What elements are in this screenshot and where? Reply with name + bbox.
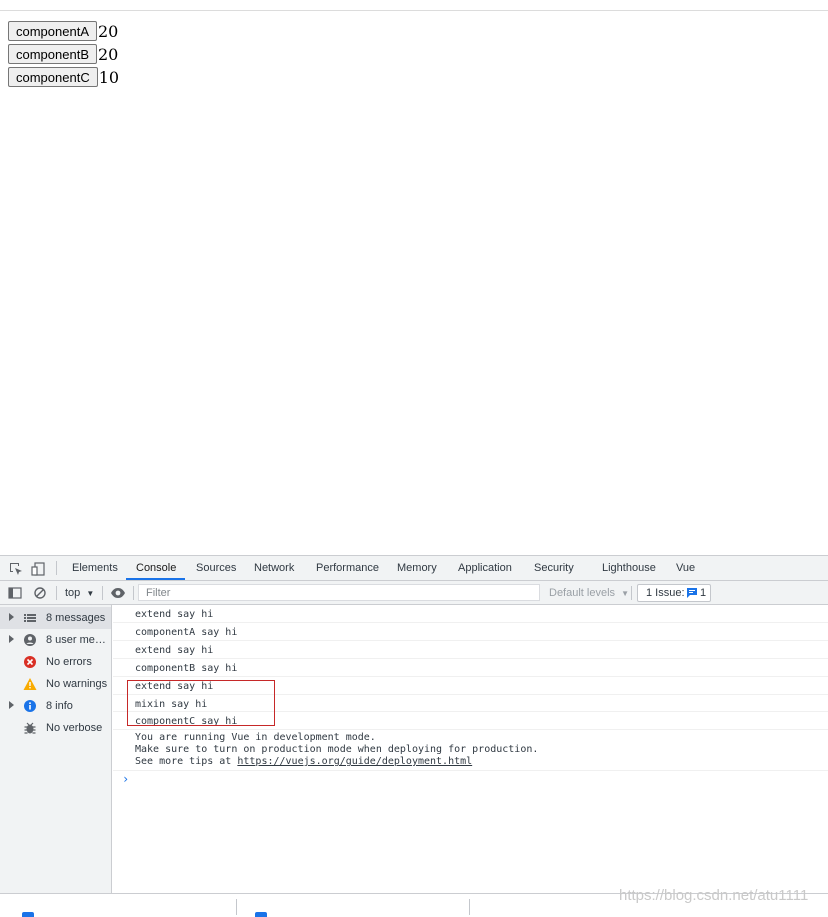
drawer-divider: [236, 899, 237, 915]
notice-line: See more tips at https://vuejs.org/guide…: [135, 756, 472, 767]
tab-application[interactable]: Application: [458, 556, 512, 581]
active-tab-indicator: [126, 578, 185, 580]
tab-elements[interactable]: Elements: [72, 556, 118, 581]
bug-icon: [23, 721, 37, 735]
page-top-divider: [0, 10, 828, 11]
chevron-down-icon: ▼: [86, 589, 95, 598]
context-selector[interactable]: top ▼: [65, 587, 94, 599]
notice-line-prefix: See more tips at: [135, 756, 238, 767]
console-toolbar: top ▼ Filter Default levels ▼ 1 Issue: 1: [0, 581, 828, 605]
console-sidebar: 8 messages 8 user messages No errors No …: [0, 605, 112, 893]
sidebar-item-label: 8 info: [46, 700, 73, 712]
inspect-element-icon[interactable]: [8, 561, 24, 577]
issues-label: 1 Issue:: [646, 587, 685, 599]
sidebar-item-user-messages[interactable]: 8 user messages: [0, 629, 111, 651]
issues-button[interactable]: 1 Issue: 1: [637, 584, 711, 602]
device-toolbar-icon[interactable]: [30, 561, 46, 577]
sidebar-item-label: 8 messages: [46, 612, 106, 624]
console-message: componentA say hi: [113, 623, 828, 641]
component-row-c: componentC 10: [8, 66, 119, 88]
tab-security[interactable]: Security: [534, 556, 574, 581]
toolbar-divider: [631, 586, 632, 600]
console-message: componentB say hi: [113, 659, 828, 677]
toolbar-divider: [102, 586, 103, 600]
context-label: top: [65, 587, 81, 599]
log-levels-dropdown[interactable]: Default levels ▼: [549, 587, 629, 599]
sidebar-item-label: No errors: [46, 656, 92, 668]
sidebar-item-errors[interactable]: No errors: [0, 651, 111, 673]
devtools-tab-bar: Elements Console Sources Network Perform…: [0, 556, 828, 581]
highlight-annotation-box: [127, 680, 275, 726]
tab-memory[interactable]: Memory: [397, 556, 437, 581]
component-b-value: 20: [98, 44, 119, 64]
info-icon: [23, 699, 37, 713]
console-message-text: extend say hi: [135, 609, 214, 620]
console-message-text: componentB say hi: [135, 663, 238, 674]
notice-line: You are running Vue in development mode.: [135, 732, 376, 743]
tab-bar-divider: [56, 561, 57, 575]
list-icon: [23, 611, 37, 625]
notice-line: Make sure to turn on production mode whe…: [135, 744, 539, 755]
sidebar-item-info[interactable]: 8 info: [0, 695, 111, 717]
tab-lighthouse[interactable]: Lighthouse: [602, 556, 656, 581]
warning-icon: [23, 677, 37, 691]
tab-sources[interactable]: Sources: [196, 556, 236, 581]
component-row-b: componentB 20: [8, 43, 118, 65]
sidebar-item-warnings[interactable]: No warnings: [0, 673, 111, 695]
tab-vue[interactable]: Vue: [676, 556, 695, 581]
console-message-text: extend say hi: [135, 645, 214, 656]
user-icon: [23, 633, 37, 647]
vue-dev-mode-notice: You are running Vue in development mode.…: [113, 730, 828, 771]
sidebar-toggle-icon[interactable]: [7, 585, 23, 601]
console-message-text: componentA say hi: [135, 627, 238, 638]
component-a-value: 20: [98, 21, 119, 41]
tab-network[interactable]: Network: [254, 556, 294, 581]
toolbar-divider: [56, 586, 57, 600]
clear-console-icon[interactable]: [32, 585, 48, 601]
live-expression-eye-icon[interactable]: [110, 585, 126, 601]
console-message: extend say hi: [113, 605, 828, 623]
filter-input[interactable]: Filter: [138, 584, 540, 601]
chevron-down-icon: ▼: [621, 589, 630, 598]
component-a-button[interactable]: componentA: [8, 21, 97, 41]
log-levels-label: Default levels: [549, 587, 616, 599]
devtools-panel: Elements Console Sources Network Perform…: [0, 555, 828, 917]
expand-arrow-icon[interactable]: [9, 613, 14, 621]
sidebar-item-messages[interactable]: 8 messages: [0, 607, 111, 629]
watermark: https://blog.csdn.net/atu1111: [619, 887, 809, 904]
sidebar-item-label: No warnings: [46, 678, 108, 690]
component-c-value: 10: [98, 67, 120, 87]
component-c-button[interactable]: componentC: [8, 67, 98, 87]
tab-performance[interactable]: Performance: [316, 556, 379, 581]
console-message: extend say hi: [113, 641, 828, 659]
vue-deployment-link[interactable]: https://vuejs.org/guide/deployment.html: [237, 756, 472, 767]
filter-placeholder: Filter: [146, 587, 171, 599]
expand-arrow-icon[interactable]: [9, 635, 14, 643]
sidebar-item-label: No verbose: [46, 722, 103, 734]
error-icon: [23, 655, 37, 669]
issue-message-icon: [687, 588, 697, 601]
sidebar-item-label: 8 user messages: [46, 634, 111, 646]
sidebar-item-verbose[interactable]: No verbose: [0, 717, 111, 739]
console-output[interactable]: extend say hi componentA say hi extend s…: [113, 605, 828, 893]
expand-arrow-icon[interactable]: [9, 701, 14, 709]
drawer-divider: [469, 899, 470, 915]
console-prompt-icon[interactable]: ›: [122, 772, 129, 786]
component-b-button[interactable]: componentB: [8, 44, 97, 64]
issues-count: 1: [700, 587, 707, 599]
toolbar-divider: [133, 586, 134, 600]
component-row-a: componentA 20: [8, 20, 118, 42]
